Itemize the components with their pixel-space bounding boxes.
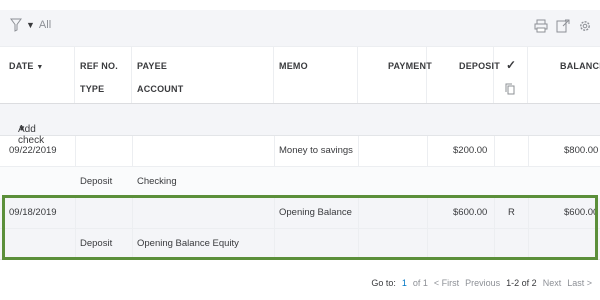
settings-gear-icon[interactable] (578, 19, 592, 33)
previous-page-link[interactable]: Previous (465, 278, 500, 288)
memo-column-header: MEMO (279, 61, 308, 71)
sort-down-icon: ▼ (36, 64, 44, 71)
last-page-link[interactable]: Last > (567, 278, 592, 288)
row-account: Checking (137, 176, 177, 187)
balance-column-header: BALANCE (560, 61, 600, 71)
row-balance: $800.00 (564, 145, 599, 156)
export-icon[interactable] (556, 19, 570, 33)
filter-label: All (38, 19, 52, 31)
row-memo: Money to savings (279, 145, 353, 156)
caret-down-icon: ▼ (18, 124, 26, 133)
goto-label: Go to: (371, 278, 396, 288)
range-label: 1-2 of 2 (506, 278, 537, 288)
reconcile-status-header: ✓ (506, 58, 517, 72)
date-column-header[interactable]: DATE ▼ (9, 61, 43, 71)
deposit-column-header: DEPOSIT (459, 61, 500, 71)
register-table-header: DATE ▼ REF NO. TYPE PAYEE ACCOUNT MEMO P… (0, 46, 600, 104)
transaction-row[interactable]: 09/22/2019 Money to savings $200.00 $800… (0, 136, 600, 198)
page-of-label: of 1 (412, 278, 428, 288)
register-toolbar: ▼ All (0, 10, 600, 46)
payment-column-header: PAYMENT (388, 61, 432, 71)
payee-column-header: PAYEE (137, 61, 168, 71)
next-page-link[interactable]: Next (543, 278, 562, 288)
pagination: Go to: 1 of 1 < First Previous 1-2 of 2 … (371, 278, 592, 288)
ref-no-column-header: REF NO. (80, 61, 118, 71)
account-column-header: ACCOUNT (137, 84, 184, 94)
filter-icon (10, 18, 22, 32)
type-column-header: TYPE (80, 84, 105, 94)
filter-dropdown[interactable]: ▼ All (10, 18, 51, 32)
row-deposit: $200.00 (453, 145, 488, 156)
row-date: 09/22/2019 (9, 145, 57, 156)
print-icon[interactable] (534, 19, 548, 33)
add-check-bar: Add check ▼ (0, 104, 600, 146)
caret-down-icon: ▼ (26, 20, 35, 30)
copy-icon[interactable] (505, 83, 515, 95)
first-page-link[interactable]: < First (434, 278, 459, 288)
register-view: ▼ All DATE ▼ REF NO. TYPE PAYEE ACCOUNT … (0, 0, 600, 300)
row-type: Deposit (80, 176, 113, 187)
page-number[interactable]: 1 (402, 278, 407, 288)
selected-row-highlight (2, 195, 598, 260)
